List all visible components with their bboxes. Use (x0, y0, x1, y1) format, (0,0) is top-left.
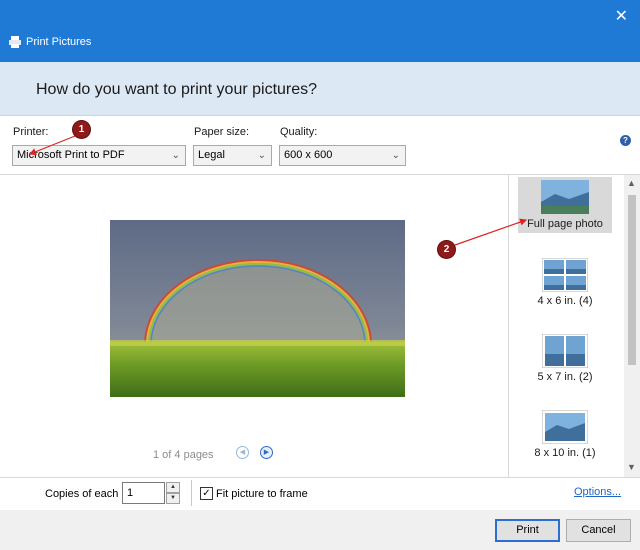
annotation-marker-2: 2 (438, 241, 455, 258)
previous-page-icon[interactable]: ◀ (236, 446, 249, 459)
chevron-down-icon: ⌄ (257, 150, 266, 161)
layout-thumbnail (542, 410, 588, 444)
layout-scrollbar[interactable]: ▲ ▼ (624, 175, 640, 477)
print-button[interactable]: Print (495, 519, 560, 542)
layout-full-page-photo[interactable]: Full page photo (518, 177, 612, 233)
chevron-down-icon: ⌄ (171, 150, 180, 161)
scrollbar-thumb[interactable] (628, 195, 636, 365)
layout-4x6[interactable]: 4 x 6 in. (4) (518, 253, 612, 309)
copies-input[interactable]: 1 (122, 482, 165, 504)
quality-select[interactable]: 600 x 600 ⌄ (279, 145, 406, 166)
layout-thumbnail (541, 180, 589, 214)
layout-5x7[interactable]: 5 x 7 in. (2) (518, 329, 612, 385)
printer-value: Microsoft Print to PDF (17, 149, 125, 161)
copies-label: Copies of each (45, 488, 119, 500)
next-page-icon[interactable]: ▶ (260, 446, 273, 459)
quality-value: 600 x 600 (284, 149, 333, 161)
cancel-button[interactable]: Cancel (566, 519, 631, 542)
divider (191, 480, 192, 506)
fit-picture-checkbox[interactable]: ✓ (200, 487, 213, 500)
layout-list: Full page photo 4 x 6 in. (4) 5 x 7 in. … (508, 175, 624, 477)
layout-thumbnail (542, 334, 588, 368)
scroll-down-icon[interactable]: ▼ (627, 462, 636, 472)
scroll-up-icon[interactable]: ▲ (627, 178, 636, 188)
printer-icon (9, 36, 21, 48)
layout-thumbnail (542, 258, 588, 292)
preview-pane: 1 of 4 pages ◀ ▶ (0, 175, 508, 477)
quality-label: Quality: (280, 126, 318, 138)
annotation-marker-1: 1 (73, 121, 90, 138)
page-title: How do you want to print your pictures? (36, 81, 318, 98)
chevron-down-icon: ⌄ (391, 150, 400, 161)
rainbow-photo (110, 220, 405, 397)
title-bar: Print Pictures ✕ (0, 0, 640, 62)
printer-label: Printer: (13, 126, 49, 138)
dialog-header: How do you want to print your pictures? (0, 62, 640, 116)
spin-up-icon[interactable]: ▲ (166, 482, 180, 493)
spin-down-icon[interactable]: ▼ (166, 493, 180, 504)
paper-size-select[interactable]: Legal ⌄ (193, 145, 272, 166)
layout-label: Full page photo (527, 218, 603, 230)
fit-picture-label: Fit picture to frame (216, 488, 308, 500)
layout-label: 4 x 6 in. (4) (537, 295, 593, 307)
window-title: Print Pictures (26, 36, 92, 48)
paper-size-label: Paper size: (194, 126, 250, 138)
divider (0, 477, 640, 478)
options-link[interactable]: Options... (574, 486, 621, 498)
layout-label: 8 x 10 in. (1) (534, 447, 596, 459)
layout-8x10[interactable]: 8 x 10 in. (1) (518, 405, 612, 461)
page-status: 1 of 4 pages (153, 449, 214, 461)
preview-photo (110, 220, 405, 397)
close-icon[interactable]: ✕ (615, 6, 628, 26)
paper-size-value: Legal (198, 149, 225, 161)
layout-label: 5 x 7 in. (2) (537, 371, 593, 383)
printer-select[interactable]: Microsoft Print to PDF ⌄ (12, 145, 186, 166)
help-icon[interactable]: ? (620, 135, 631, 146)
